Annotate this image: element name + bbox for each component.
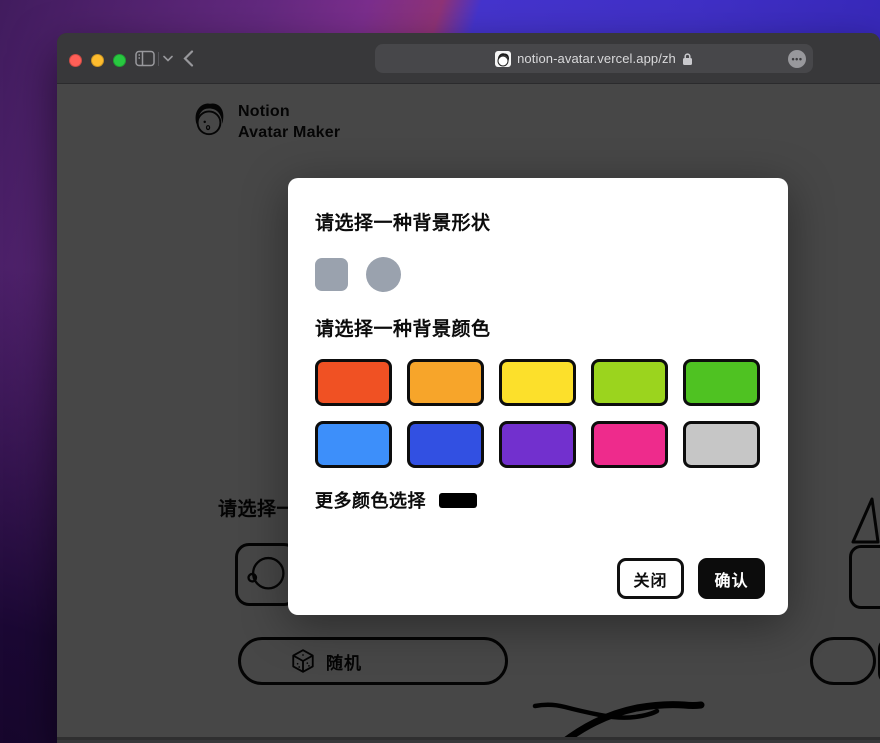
color-swatch[interactable] (407, 421, 484, 468)
site-favicon (495, 51, 511, 67)
minimize-window-button[interactable] (91, 54, 104, 67)
lock-icon (682, 52, 693, 66)
back-button-icon[interactable] (183, 50, 194, 67)
page-settings-icon[interactable]: ••• (788, 50, 806, 68)
shape-option-circle[interactable] (366, 257, 401, 292)
color-swatch[interactable] (499, 359, 576, 406)
chevron-down-icon[interactable] (163, 55, 173, 62)
color-swatch[interactable] (683, 359, 760, 406)
more-colors-row: 更多颜色选择 (315, 487, 477, 513)
confirm-button[interactable]: 确认 (698, 558, 765, 599)
shape-section-title: 请选择一种背景形状 (315, 208, 491, 235)
color-section-title: 请选择一种背景颜色 (315, 314, 491, 341)
sidebar-toggle-icon[interactable] (135, 50, 155, 67)
url-text: notion-avatar.vercel.app/zh (517, 51, 676, 66)
color-swatch[interactable] (499, 421, 576, 468)
close-window-button[interactable] (69, 54, 82, 67)
shape-option-square[interactable] (315, 258, 348, 291)
color-swatch[interactable] (315, 359, 392, 406)
color-swatch[interactable] (407, 359, 484, 406)
background-picker-dialog: 请选择一种背景形状 请选择一种背景颜色 更多颜色选择 关闭 确认 (288, 178, 788, 615)
zoom-window-button[interactable] (113, 54, 126, 67)
color-swatches (315, 359, 760, 468)
toolbar-divider (158, 52, 159, 66)
browser-titlebar: notion-avatar.vercel.app/zh ••• (57, 33, 880, 84)
close-button[interactable]: 关闭 (617, 558, 684, 599)
custom-color-picker[interactable] (439, 493, 477, 508)
more-colors-label: 更多颜色选择 (315, 487, 426, 513)
color-swatch[interactable] (315, 421, 392, 468)
address-bar[interactable]: notion-avatar.vercel.app/zh ••• (375, 44, 813, 73)
color-swatch[interactable] (591, 359, 668, 406)
dialog-actions: 关闭 确认 (617, 558, 765, 599)
desktop: notion-avatar.vercel.app/zh ••• (0, 0, 880, 743)
color-swatch[interactable] (683, 421, 760, 468)
color-swatch[interactable] (591, 421, 668, 468)
